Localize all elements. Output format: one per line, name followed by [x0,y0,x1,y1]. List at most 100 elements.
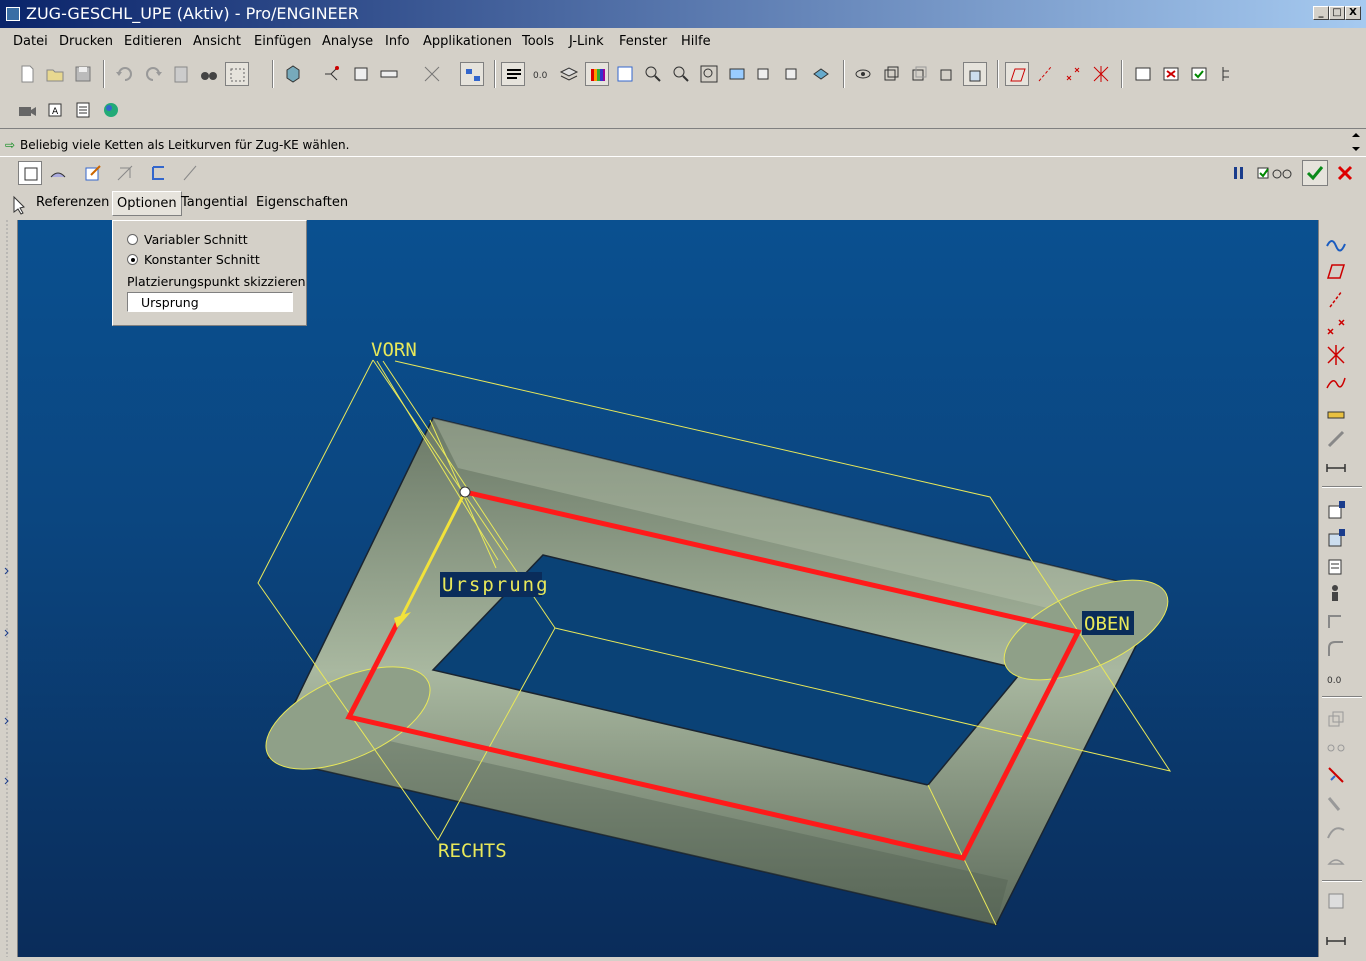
radio-variable-section[interactable] [127,234,138,245]
menu-jlink[interactable]: J-Link [569,34,604,49]
annotation-icon[interactable]: A [43,98,67,122]
menu-fenster[interactable]: Fenster [619,34,667,49]
saved-views-icon[interactable] [725,62,749,86]
dimension-feature-icon[interactable] [1323,928,1349,954]
surface-icon[interactable] [46,161,70,185]
start-point-marker[interactable] [459,486,471,498]
view-ab-icon[interactable] [781,62,805,86]
view-manager-icon[interactable] [753,62,777,86]
sketch-icon[interactable] [81,161,105,185]
datum-hole-icon[interactable] [1323,426,1349,452]
menu-ansicht[interactable]: Ansicht [193,34,241,49]
datum-plane-tool-icon[interactable] [1323,258,1349,284]
menu-tools[interactable]: Tools [522,34,554,49]
zoom-out-icon[interactable] [669,62,693,86]
open-folder-icon[interactable] [43,62,67,86]
cancel-x-icon[interactable] [1333,161,1357,185]
tab-tangential[interactable]: Tangential [181,195,248,210]
close-view-icon[interactable] [1159,62,1183,86]
report-icon[interactable] [71,98,95,122]
analysis-feature-icon[interactable] [1323,398,1349,424]
pattern-feature-icon[interactable] [1323,734,1349,760]
paste-icon[interactable] [169,62,193,86]
open-ends-icon[interactable] [178,161,202,185]
undo-icon[interactable] [113,62,137,86]
menu-einfuegen[interactable]: Einfügen [254,34,311,49]
shading-eye-icon[interactable] [851,62,875,86]
solidify-feature-icon[interactable] [1323,888,1349,914]
minimize-button[interactable]: _ [1313,6,1329,20]
placement-point-field[interactable]: Ursprung [127,292,293,312]
menu-info[interactable]: Info [385,34,410,49]
selection-box-icon[interactable] [225,62,249,86]
activate-window-icon[interactable] [1187,62,1211,86]
thicken-icon[interactable] [146,161,170,185]
model-scene[interactable]: VORN OBEN RECHTS Ursprung [18,220,1318,957]
label-variable-section[interactable]: Variabler Schnitt [144,232,248,247]
sketched-curve-icon[interactable] [1323,230,1349,256]
message-scrollbar[interactable] [1349,129,1363,155]
datum-display-icon[interactable] [420,62,444,86]
video-camera-icon[interactable] [15,98,39,122]
no-hidden-icon[interactable] [935,62,959,86]
menu-hilfe[interactable]: Hilfe [681,34,711,49]
analysis-zero-icon[interactable]: 0.0 [1323,664,1349,690]
maximize-button[interactable]: □ [1329,6,1345,20]
radio-constant-section[interactable] [127,254,138,265]
remove-material-icon[interactable] [113,161,137,185]
window-icon[interactable] [1131,62,1155,86]
pause-icon[interactable] [1227,161,1251,185]
save-icon[interactable] [71,62,95,86]
coord-sys-tool-icon[interactable] [1323,342,1349,368]
label-constant-section[interactable]: Konstanter Schnitt [144,252,260,267]
spin-center-icon[interactable]: 0.0 [529,62,553,86]
datum-curve-tool-icon[interactable] [1323,370,1349,396]
regenerate-icon[interactable] [281,62,305,86]
orient-icon[interactable] [613,62,637,86]
filter-icon[interactable] [460,62,484,86]
coord-systems-icon[interactable] [1089,62,1113,86]
close-window-button[interactable]: X [1345,6,1361,20]
zoom-in-icon[interactable] [641,62,665,86]
preview-glasses-icon[interactable] [1255,161,1295,185]
tab-eigenschaften[interactable]: Eigenschaften [256,195,348,210]
color-appearance-icon[interactable] [585,62,609,86]
tab-referenzen[interactable]: Referenzen [36,195,109,210]
model-tree-icon[interactable] [320,62,344,86]
draft-feature-icon[interactable] [1323,608,1349,634]
layers-stack-icon[interactable] [557,62,581,86]
merge-feature-icon[interactable] [1323,790,1349,816]
round-feature-icon[interactable] [1323,636,1349,662]
copy-feature-icon[interactable] [1323,706,1349,732]
new-file-icon[interactable] [15,62,39,86]
repaint-icon[interactable] [501,62,525,86]
shaded-icon[interactable] [963,62,987,86]
hidden-line-icon[interactable] [907,62,931,86]
ok-check-icon[interactable] [1302,160,1328,186]
layer-icon[interactable] [349,62,373,86]
mirror-feature-icon[interactable] [1323,762,1349,788]
hole-feature-icon[interactable] [1323,496,1349,522]
datum-points-icon[interactable] [1061,62,1085,86]
redo-icon[interactable] [141,62,165,86]
graphics-viewport[interactable]: VORN OBEN RECHTS Ursprung [18,220,1318,957]
measure-feature-icon[interactable] [1323,454,1349,480]
menu-analyse[interactable]: Analyse [322,34,373,49]
refit-icon[interactable] [697,62,721,86]
spin-icon[interactable] [809,62,833,86]
user-feature-icon[interactable] [1323,580,1349,606]
menu-applikationen[interactable]: Applikationen [423,34,512,49]
search-binoculars-icon[interactable] [197,62,221,86]
menu-drucken[interactable]: Drucken [59,34,113,49]
left-collapse-strip[interactable] [0,220,18,957]
extend-feature-icon[interactable] [1323,846,1349,872]
web-globe-icon[interactable] [99,98,123,122]
menu-datei[interactable]: Datei [13,34,48,49]
tree-icon[interactable] [1215,62,1239,86]
datum-planes-icon[interactable] [1005,62,1029,86]
trim-feature-icon[interactable] [1323,818,1349,844]
tab-optionen[interactable]: Optionen [112,191,182,216]
menu-editieren[interactable]: Editieren [124,34,182,49]
solid-icon[interactable] [18,161,42,185]
datum-axis-tool-icon[interactable] [1323,286,1349,312]
